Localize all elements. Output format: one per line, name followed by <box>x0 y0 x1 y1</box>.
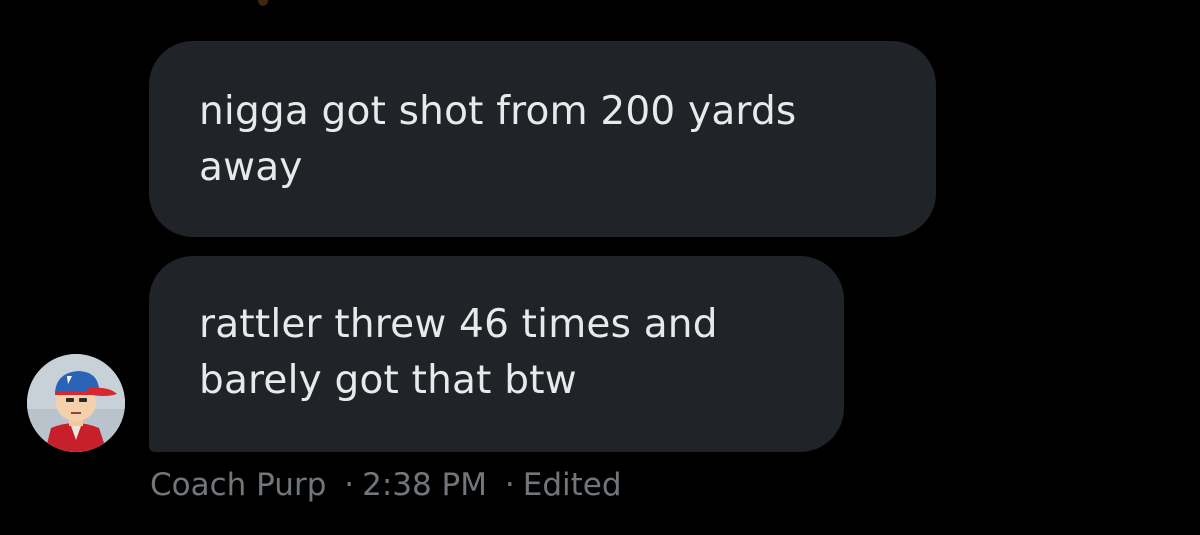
avatar[interactable] <box>27 354 125 452</box>
separator: · <box>344 467 355 503</box>
message-bubble[interactable]: rattler threw 46 times and barely got th… <box>149 256 844 452</box>
top-edge-artifact <box>258 0 268 6</box>
message-text: rattler threw 46 times and barely got th… <box>199 302 718 403</box>
separator: · <box>504 467 515 503</box>
message-text: nigga got shot from 200 yards away <box>199 89 797 190</box>
timestamp: 2:38 PM <box>362 467 488 503</box>
sender-name[interactable]: Coach Purp <box>150 462 326 508</box>
cartoon-avatar-icon <box>27 354 125 452</box>
edited-status[interactable]: Edited <box>523 462 622 508</box>
message-bubble[interactable]: nigga got shot from 200 yards away <box>149 41 936 237</box>
message-meta: Coach Purp · 2:38 PM · Edited <box>150 462 622 508</box>
